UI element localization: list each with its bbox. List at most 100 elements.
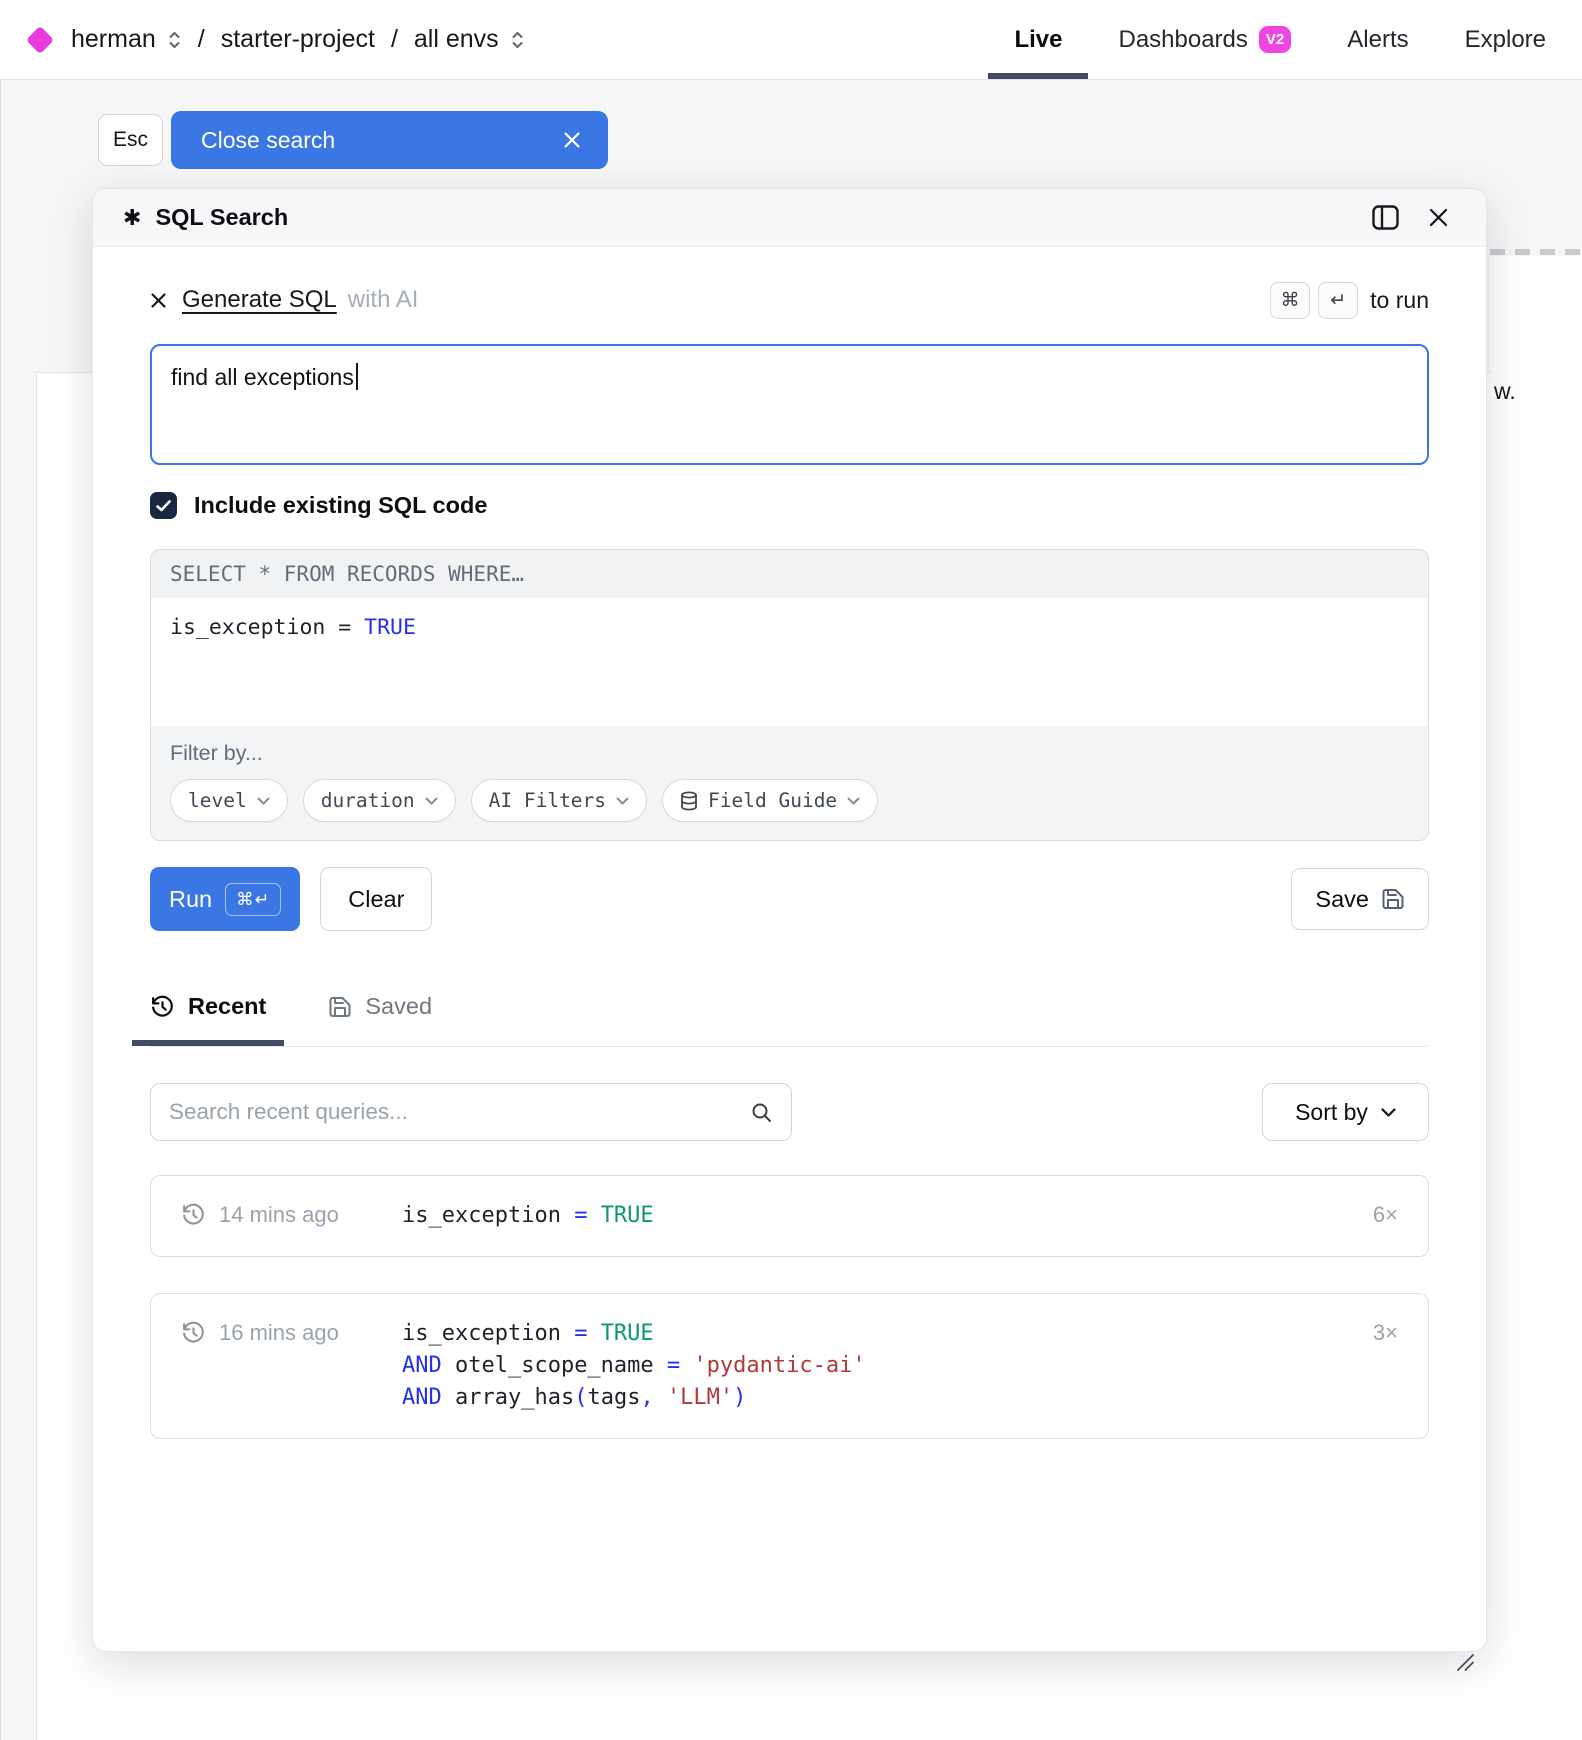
nav-item-dashboards[interactable]: Dashboards V2 [1118, 0, 1291, 79]
history-icon [150, 994, 175, 1019]
to-run-label: to run [1370, 287, 1429, 314]
env-switcher-icon[interactable] [510, 28, 525, 52]
sql-editor-header: SELECT * FROM RECORDS WHERE… [151, 550, 1428, 598]
sql-editor-footer: Filter by... level duration AI Filters [151, 726, 1428, 840]
query-timestamp: 14 mins ago [219, 1200, 387, 1230]
recent-query-row[interactable]: 14 mins ago is_exception = TRUE 6× [150, 1175, 1429, 1257]
dock-panel-icon[interactable] [1372, 205, 1399, 230]
search-icon [750, 1101, 773, 1124]
clear-button[interactable]: Clear [320, 867, 432, 931]
include-sql-checkbox[interactable] [150, 492, 177, 519]
breadcrumb-environment[interactable]: all envs [414, 25, 499, 54]
top-nav: herman / starter-project / all envs Live… [0, 0, 1582, 80]
search-recent-input[interactable] [169, 1099, 750, 1125]
query-sql-line: is_exception = TRUE [402, 1200, 1353, 1232]
history-tabs: Recent Saved [150, 993, 1429, 1047]
sparkle-asterisk-icon: ✱ [123, 205, 141, 231]
background-panel-strip [1490, 256, 1582, 1740]
breadcrumb-project[interactable]: starter-project [221, 25, 375, 54]
ai-prompt-input[interactable]: find all exceptions [150, 344, 1429, 465]
sql-token: TRUE [601, 1321, 654, 1346]
query-timestamp: 16 mins ago [219, 1318, 387, 1348]
save-floppy-icon [1381, 887, 1405, 911]
sql-token: = [667, 1353, 694, 1378]
query-sql-line: AND array_has(tags, 'LLM') [402, 1382, 1353, 1414]
save-floppy-icon [328, 995, 352, 1019]
sql-token: = [574, 1203, 601, 1228]
sql-token: AND [402, 1353, 455, 1378]
nav-item-alerts[interactable]: Alerts [1347, 0, 1408, 79]
breadcrumb-org[interactable]: herman [71, 25, 156, 54]
esc-key-hint[interactable]: Esc [98, 114, 163, 166]
sort-by-button[interactable]: Sort by [1262, 1083, 1429, 1141]
filter-by-label: Filter by... [170, 741, 1409, 766]
sql-token: is_exception [402, 1203, 574, 1228]
query-sql-line: AND otel_scope_name = 'pydantic-ai' [402, 1350, 1353, 1382]
filter-chip-ai-filters[interactable]: AI Filters [471, 779, 647, 822]
shortcut-keys: ⌘ ↵ [1270, 282, 1358, 319]
sql-token: , [640, 1385, 667, 1410]
sql-token: = [574, 1321, 601, 1346]
run-button[interactable]: Run ⌘↵ [150, 867, 300, 931]
background-dashed-trace [1490, 249, 1582, 255]
with-ai-label: with AI [348, 286, 419, 314]
left-edge-line-lower [0, 80, 1, 1740]
recent-query-row[interactable]: 16 mins agois_exception = TRUEAND otel_s… [150, 1293, 1429, 1439]
close-icon [562, 130, 582, 150]
save-button[interactable]: Save [1291, 868, 1429, 930]
run-shortcut-hint: ⌘↵ [225, 883, 281, 916]
chevron-down-icon [616, 797, 629, 805]
query-sql: is_exception = TRUEAND otel_scope_name =… [402, 1318, 1353, 1414]
tab-saved[interactable]: Saved [328, 993, 432, 1020]
sql-editor: SELECT * FROM RECORDS WHERE… is_exceptio… [150, 549, 1429, 841]
sql-token: 'pydantic-ai' [693, 1353, 865, 1378]
query-run-count: 3× [1373, 1318, 1398, 1348]
nav-item-live[interactable]: Live [1014, 0, 1062, 79]
filter-chip-field-guide[interactable]: Field Guide [662, 779, 878, 822]
chevron-down-icon [425, 797, 438, 805]
action-buttons: Run ⌘↵ Clear Save [150, 867, 1429, 931]
breadcrumb: herman / starter-project / all envs [30, 0, 525, 79]
breadcrumb-separator: / [391, 25, 398, 54]
tab-recent[interactable]: Recent [150, 993, 266, 1020]
sql-token: tags [587, 1385, 640, 1410]
filter-chip-duration[interactable]: duration [303, 779, 456, 822]
sql-editor-code[interactable]: is_exception = TRUE [151, 598, 1428, 726]
query-sql: is_exception = TRUE [402, 1200, 1353, 1232]
enter-key: ↵ [1318, 282, 1358, 319]
close-modal-icon[interactable] [1427, 206, 1450, 229]
sql-token: is_exception = [170, 615, 364, 640]
modal-title: SQL Search [155, 204, 288, 231]
sql-token: TRUE [601, 1203, 654, 1228]
recent-search-row: Sort by [150, 1083, 1429, 1141]
close-search-button[interactable]: Close search [171, 111, 608, 169]
include-sql-label: Include existing SQL code [194, 492, 487, 519]
cmd-key: ⌘ [1270, 282, 1310, 319]
query-sql-line: is_exception = TRUE [402, 1318, 1353, 1350]
background-clipped-text: w. [1494, 378, 1516, 405]
text-caret [356, 363, 358, 390]
nav-menu: Live Dashboards V2 Alerts Explore [1014, 0, 1546, 79]
modal-body: Generate SQL with AI ⌘ ↵ to run find all… [93, 281, 1486, 1686]
nav-item-explore[interactable]: Explore [1465, 0, 1546, 79]
logfire-logo-icon [26, 25, 54, 53]
resize-handle[interactable] [1452, 1649, 1474, 1676]
sql-token: AND [402, 1385, 455, 1410]
sql-token: is_exception [402, 1321, 574, 1346]
query-run-count: 6× [1373, 1200, 1398, 1230]
modal-header: ✱ SQL Search [93, 189, 1486, 247]
history-icon [181, 1320, 206, 1345]
sql-token: array_has [455, 1385, 574, 1410]
cancel-generate-icon[interactable] [150, 292, 167, 309]
filter-chips: level duration AI Filters Field Guide [170, 779, 1409, 822]
active-tab-underline [988, 73, 1088, 79]
generate-sql-link[interactable]: Generate SQL [182, 286, 337, 314]
sql-token: TRUE [364, 615, 416, 640]
include-sql-row: Include existing SQL code [150, 492, 1429, 519]
history-icon [181, 1202, 206, 1227]
filter-chip-level[interactable]: level [170, 779, 288, 822]
generate-sql-row: Generate SQL with AI ⌘ ↵ to run [150, 281, 1429, 319]
recent-search-box[interactable] [150, 1083, 792, 1141]
chevron-down-icon [257, 797, 270, 805]
org-switcher-icon[interactable] [167, 28, 182, 52]
